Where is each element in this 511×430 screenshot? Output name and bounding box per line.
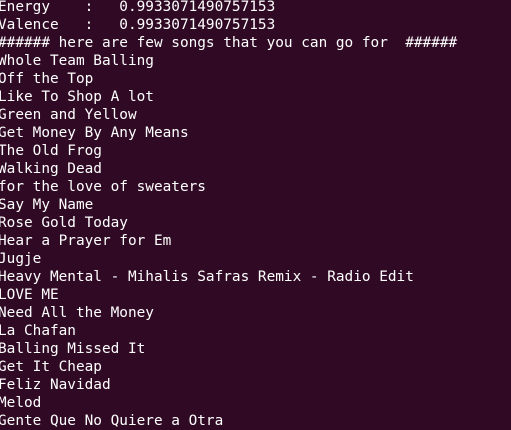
terminal-line: The Old Frog xyxy=(0,143,102,159)
terminal-line: Like To Shop A lot xyxy=(0,89,154,105)
terminal-line: Valence : 0.9933071490757153 xyxy=(0,17,276,33)
terminal-line: Off the Top xyxy=(0,71,94,87)
terminal-line: Whole Team Balling xyxy=(0,53,154,69)
terminal-output: Energy : 0.9933071490757153 Valence : 0.9… xyxy=(0,0,457,430)
terminal-line: Feliz Navidad xyxy=(0,377,111,393)
terminal-line: Green and Yellow xyxy=(0,107,137,123)
terminal-line: Say My Name xyxy=(0,197,94,213)
terminal-line: Get Money By Any Means xyxy=(0,125,189,141)
terminal-line: Rose Gold Today xyxy=(0,215,128,231)
terminal-line: Energy : 0.9933071490757153 xyxy=(0,0,276,15)
terminal-line: Heavy Mental - Mihalis Safras Remix - Ra… xyxy=(0,269,414,285)
terminal-window[interactable]: Energy : 0.9933071490757153 Valence : 0.9… xyxy=(0,0,511,430)
terminal-line: Balling Missed It xyxy=(0,341,146,357)
terminal-line: ###### here are few songs that you can g… xyxy=(0,35,458,51)
terminal-line: Melod xyxy=(0,395,42,411)
terminal-line: Need All the Money xyxy=(0,305,154,321)
terminal-line: for the love of sweaters xyxy=(0,179,206,195)
terminal-line: Walking Dead xyxy=(0,161,102,177)
terminal-line: LOVE ME xyxy=(0,287,59,303)
terminal-line: Gente Que No Quiere a Otra xyxy=(0,413,224,429)
terminal-line: Jugje xyxy=(0,251,42,267)
terminal-line: Hear a Prayer for Em xyxy=(0,233,172,249)
terminal-line: Get It Cheap xyxy=(0,359,102,375)
terminal-line: La Chafan xyxy=(0,323,76,339)
